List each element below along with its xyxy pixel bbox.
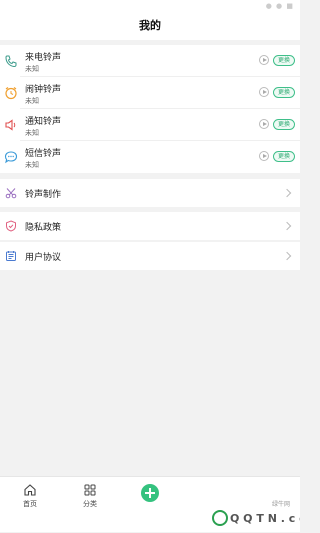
- ringtone-label: 来电铃声: [25, 53, 62, 63]
- home-icon: [24, 484, 36, 496]
- change-button[interactable]: 更换: [273, 119, 295, 130]
- tab-label: 分类: [83, 500, 97, 508]
- watermark-logo: 绿牛网 Q Q T N . c o m: [212, 500, 300, 526]
- bottom-tab-bar: 首页 分类 绿牛网 Q Q T N . c o m: [0, 476, 300, 532]
- play-icon[interactable]: [259, 151, 269, 161]
- speaker-icon: [5, 119, 16, 131]
- top-bar: ● ● ■ 我的: [0, 0, 300, 40]
- scissors-icon: [5, 188, 17, 199]
- menu-item-privacy-policy[interactable]: 隐私政策: [0, 212, 300, 240]
- status-bar-icons: ● ● ■: [265, 2, 294, 10]
- ringtone-label: 通知铃声: [25, 117, 62, 127]
- add-icon[interactable]: [141, 484, 159, 502]
- tab-category[interactable]: 分类: [70, 477, 110, 533]
- ringtone-row-sms[interactable]: 短信铃声 未知 更换: [0, 141, 300, 173]
- play-icon[interactable]: [259, 119, 269, 129]
- svg-text:Q Q T N . c o m: Q Q T N . c o m: [230, 512, 300, 525]
- page-title: 我的: [139, 19, 161, 32]
- chevron-right-icon: [282, 221, 292, 231]
- ringtone-label: 闹钟铃声: [25, 85, 62, 95]
- grid-icon: [84, 484, 96, 496]
- ringtone-row-incoming-call[interactable]: 来电铃声 未知 更换: [0, 45, 300, 77]
- change-button[interactable]: 更换: [273, 55, 295, 66]
- shield-icon: [6, 220, 16, 232]
- menu-label: 隐私政策: [25, 223, 62, 233]
- message-icon: [4, 151, 18, 164]
- alarm-clock-icon: [5, 87, 17, 100]
- ringtone-value: 未知: [25, 161, 39, 169]
- tab-home[interactable]: 首页: [10, 477, 50, 533]
- ringtone-row-alarm[interactable]: 闹钟铃声 未知 更换: [0, 77, 300, 109]
- play-icon[interactable]: [259, 55, 269, 65]
- phone-icon: [5, 55, 17, 68]
- menu-item-user-agreement[interactable]: 用户协议: [0, 242, 300, 270]
- chevron-right-icon: [282, 251, 292, 261]
- svg-text:绿牛网: 绿牛网: [272, 500, 290, 508]
- chevron-right-icon: [282, 188, 292, 198]
- menu-label: 用户协议: [25, 253, 62, 263]
- play-icon[interactable]: [259, 87, 269, 97]
- ringtone-value: 未知: [25, 129, 39, 137]
- document-icon: [6, 251, 16, 261]
- tab-label: 首页: [23, 500, 37, 508]
- menu-label: 铃声制作: [25, 190, 62, 200]
- ringtone-value: 未知: [25, 97, 39, 105]
- change-button[interactable]: 更换: [273, 87, 295, 98]
- ringtone-label: 短信铃声: [25, 149, 62, 159]
- menu-item-ringtone-maker[interactable]: 铃声制作: [0, 179, 300, 207]
- change-button[interactable]: 更换: [273, 151, 295, 162]
- ringtone-settings-card: 来电铃声 未知 更换 闹钟铃声 未知 更换 通知铃声 未知 更换 短信铃声 未知…: [0, 45, 300, 173]
- ringtone-value: 未知: [25, 65, 39, 73]
- ringtone-row-notification[interactable]: 通知铃声 未知 更换: [0, 109, 300, 141]
